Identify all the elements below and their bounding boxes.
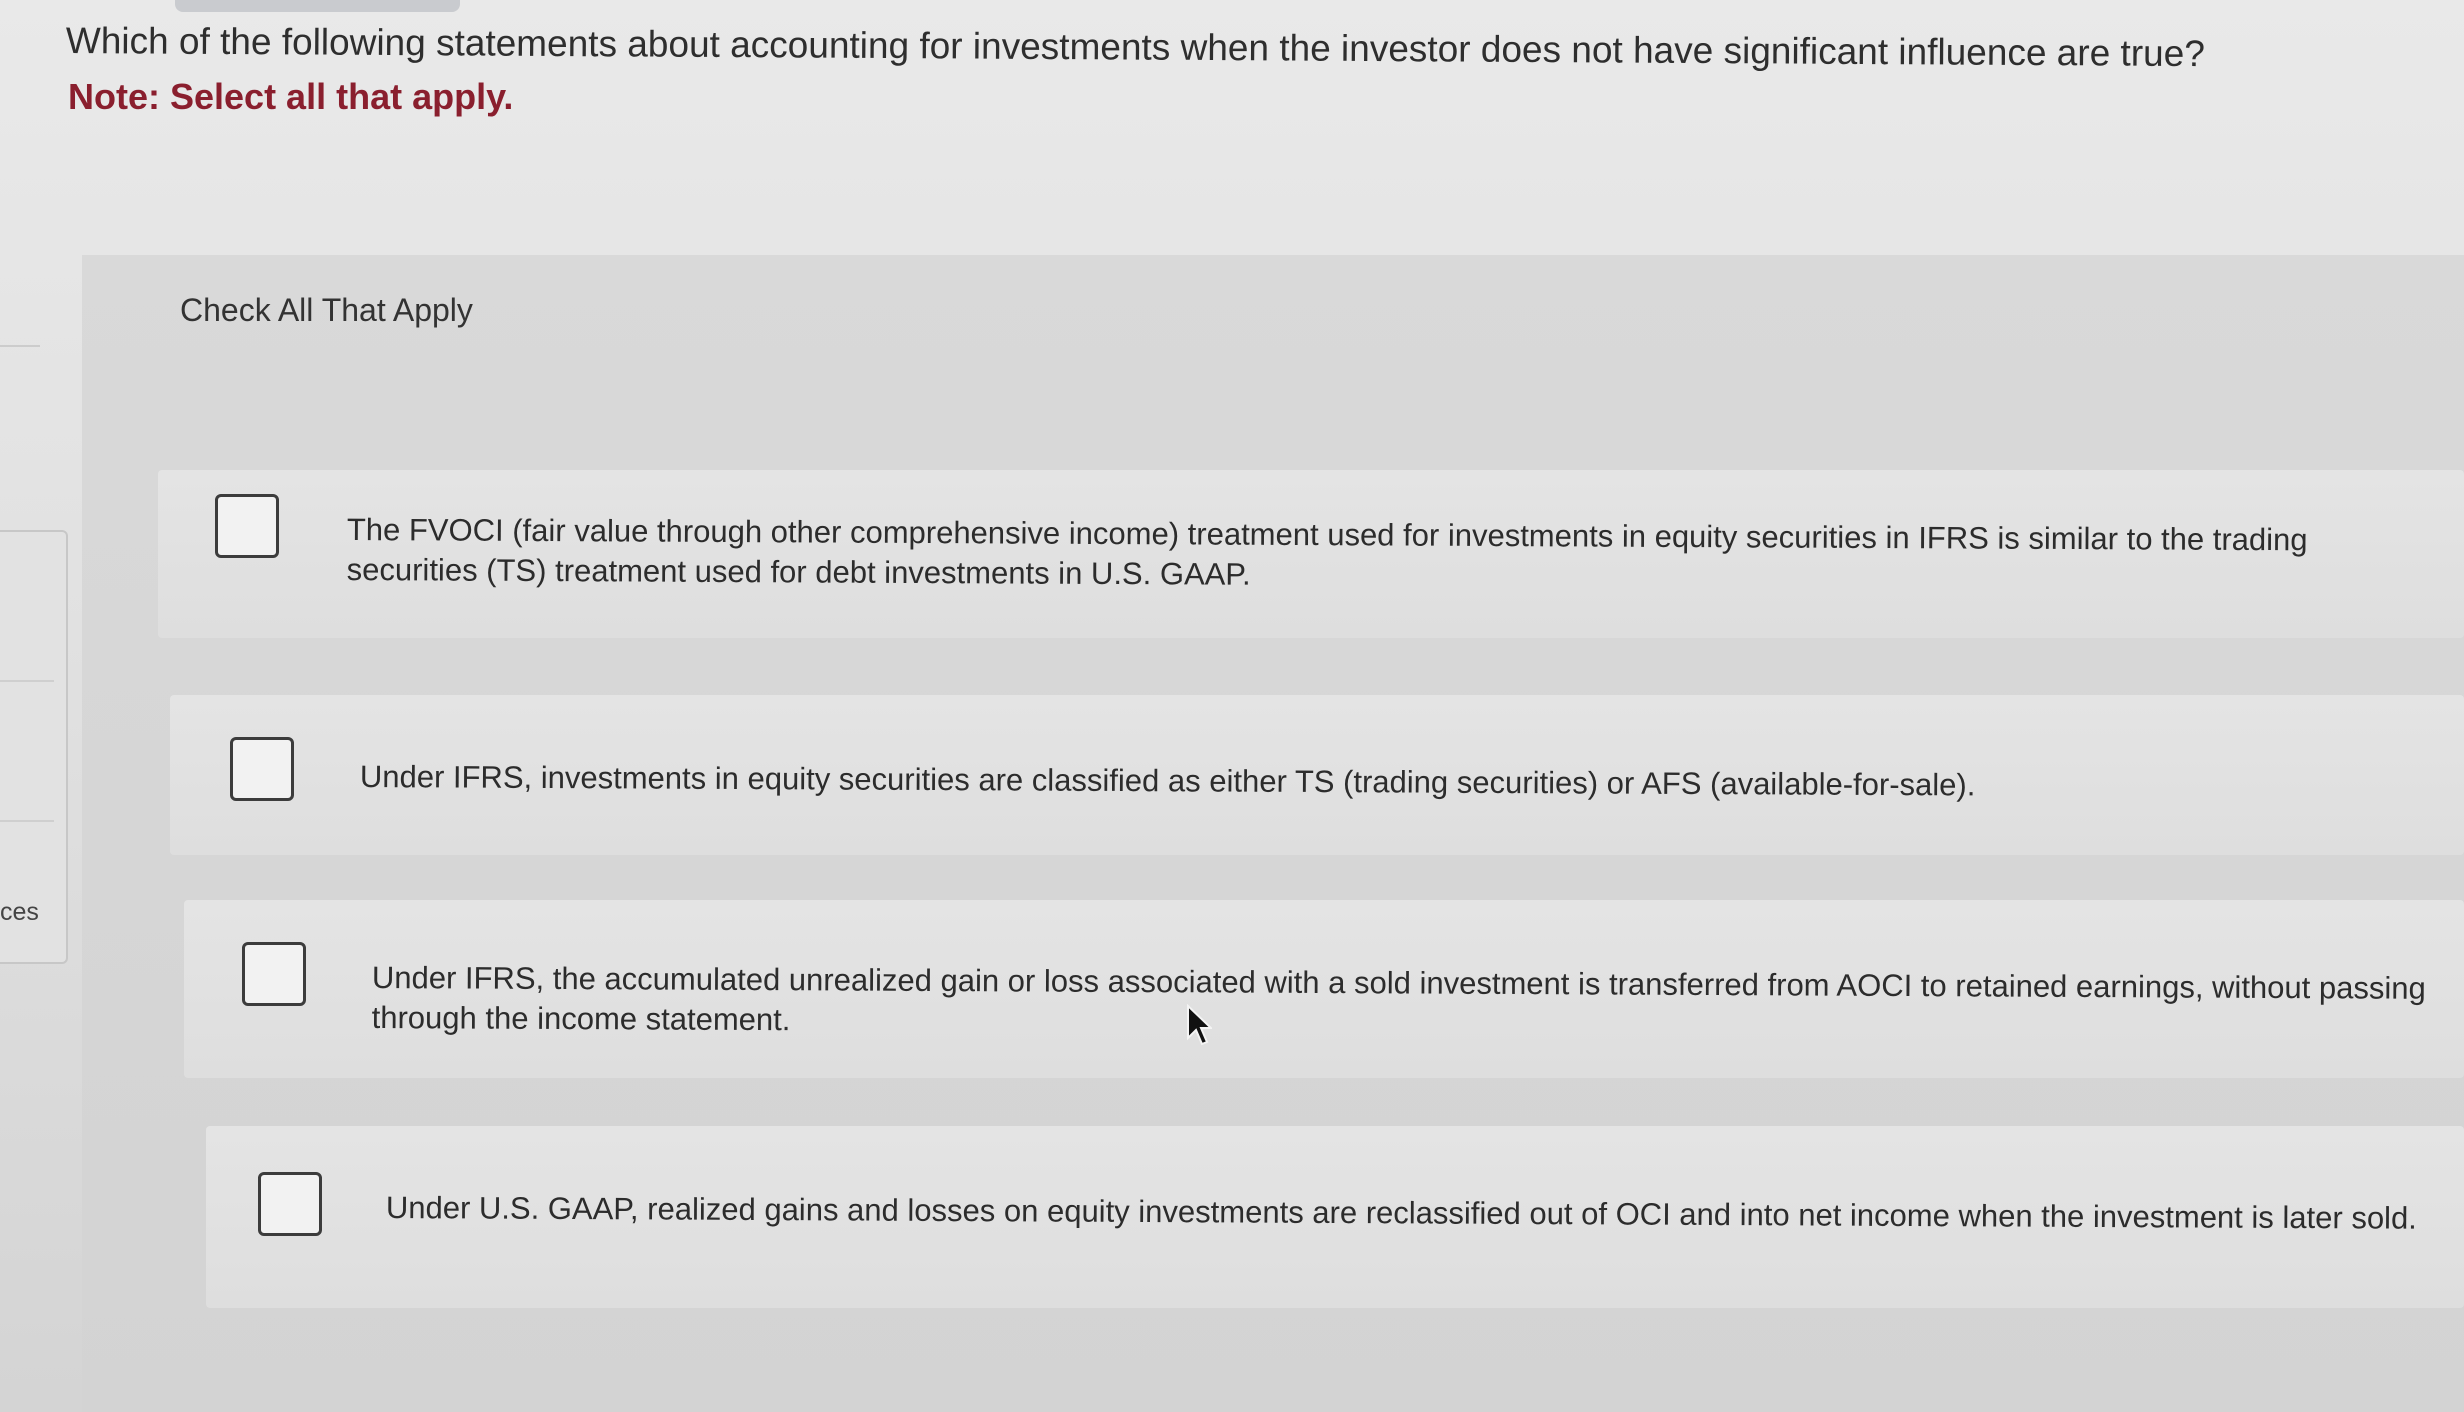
- option-checkbox[interactable]: [242, 942, 306, 1006]
- option-text: Under IFRS, investments in equity securi…: [359, 759, 1976, 803]
- left-tab-label[interactable]: ces: [0, 898, 39, 927]
- panel-title: Check All That Apply: [180, 292, 473, 328]
- left-divider: [0, 345, 40, 347]
- option-row[interactable]: Under IFRS, the accumulated unrealized g…: [184, 900, 2464, 1078]
- left-rail-divider: [0, 680, 54, 682]
- option-checkbox[interactable]: [230, 737, 294, 801]
- option-text: Under U.S. GAAP, realized gains and loss…: [385, 1190, 2417, 1236]
- top-tab[interactable]: [175, 0, 460, 12]
- question-note: Note: Select all that apply.: [68, 76, 514, 117]
- option-row[interactable]: The FVOCI (fair value through other comp…: [158, 470, 2464, 638]
- option-text: The FVOCI (fair value through other comp…: [346, 511, 2308, 592]
- screenshot-background: Which of the following statements about …: [0, 0, 2464, 1412]
- option-checkbox[interactable]: [215, 494, 279, 558]
- option-row[interactable]: Under IFRS, investments in equity securi…: [170, 695, 2464, 855]
- mouse-pointer-icon: [1187, 1004, 1212, 1046]
- left-rail-divider: [0, 820, 54, 822]
- question-text: Which of the following statements about …: [65, 20, 2205, 75]
- option-text: Under IFRS, the accumulated unrealized g…: [371, 960, 2426, 1038]
- option-row[interactable]: Under U.S. GAAP, realized gains and loss…: [206, 1126, 2464, 1308]
- option-checkbox[interactable]: [258, 1172, 322, 1236]
